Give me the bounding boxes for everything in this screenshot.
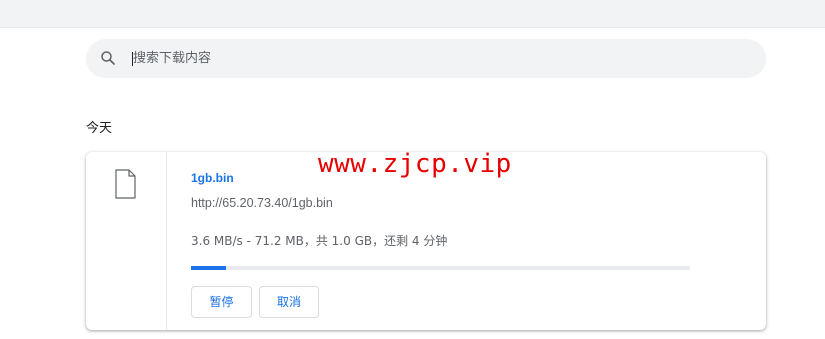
date-section-heading: 今天 bbox=[86, 121, 113, 136]
cancel-button[interactable]: 取消 bbox=[259, 286, 319, 318]
file-name-link[interactable]: 1gb.bin bbox=[191, 171, 234, 185]
file-url: http://65.20.73.40/1gb.bin bbox=[191, 196, 333, 210]
download-status: 3.6 MB/s - 71.2 MB，共 1.0 GB，还剩 4 分钟 bbox=[191, 234, 448, 248]
search-icon bbox=[101, 51, 115, 65]
pause-button[interactable]: 暂停 bbox=[191, 286, 252, 318]
file-icon bbox=[115, 169, 136, 199]
top-toolbar bbox=[0, 0, 825, 27]
card-divider bbox=[166, 152, 167, 330]
search-box[interactable] bbox=[86, 39, 766, 78]
progress-fill bbox=[191, 266, 226, 270]
toolbar-divider bbox=[0, 27, 825, 28]
progress-bar bbox=[191, 266, 690, 270]
text-cursor bbox=[132, 52, 133, 66]
watermark-text: www.zjcp.vip bbox=[318, 149, 512, 179]
search-input[interactable] bbox=[133, 39, 733, 78]
